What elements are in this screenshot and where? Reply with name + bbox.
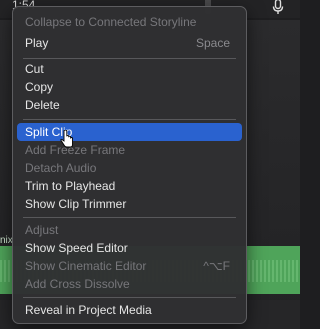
menu-item-label: Show Cinematic Editor (25, 259, 147, 273)
menu-item-collapse-to-connected-storyline: Collapse to Connected Storyline (17, 13, 242, 31)
menu-item-add-freeze-frame: Add Freeze Frame (17, 141, 242, 159)
menu-item-split-clip[interactable]: Split Clip (17, 123, 242, 141)
menu-item-label: Show Speed Editor (25, 241, 128, 255)
track-label: nix (0, 235, 13, 246)
menu-item-show-speed-editor[interactable]: Show Speed Editor (17, 239, 242, 257)
menu-item-delete[interactable]: Delete (17, 96, 242, 114)
menu-item-label: Add Cross Dissolve (25, 277, 130, 291)
pointer-cursor-icon (60, 130, 73, 148)
menu-item-label: Adjust (25, 223, 59, 237)
menu-item-label: Reveal in Project Media (25, 303, 152, 317)
menu-item-reveal-in-project-media[interactable]: Reveal in Project Media (17, 301, 242, 319)
menu-item-detach-audio: Detach Audio (17, 159, 242, 177)
menu-separator (23, 217, 236, 218)
menu-separator (23, 297, 236, 298)
menu-separator (23, 119, 236, 120)
menu-item-shortcut: Space (195, 36, 230, 50)
menu-item-add-cross-dissolve: Add Cross Dissolve (17, 275, 242, 293)
menu-item-adjust: Adjust (17, 221, 242, 239)
menu-item-label: Collapse to Connected Storyline (25, 15, 197, 29)
menu-item-play[interactable]: Play Space (17, 34, 242, 52)
menu-item-label: Cut (25, 62, 44, 76)
menu-item-shortcut: ^⌥F (203, 259, 230, 273)
menu-item-label: Show Clip Trimmer (25, 197, 127, 211)
menu-item-show-cinematic-editor: Show Cinematic Editor ^⌥F (17, 257, 242, 275)
menu-item-label: Delete (25, 98, 60, 112)
microphone-icon[interactable] (272, 0, 284, 16)
menu-item-trim-to-playhead[interactable]: Trim to Playhead (17, 177, 242, 195)
menu-item-label: Add Freeze Frame (25, 143, 126, 157)
menu-separator (23, 58, 236, 59)
menu-item-label: Copy (25, 80, 54, 94)
menu-item-label: Play (25, 36, 49, 50)
context-menu: Collapse to Connected Storyline Play Spa… (12, 6, 247, 324)
menu-item-label: Trim to Playhead (25, 179, 116, 193)
menu-item-label: Detach Audio (25, 161, 97, 175)
menu-item-cut[interactable]: Cut (17, 60, 242, 78)
menu-item-show-clip-trimmer[interactable]: Show Clip Trimmer (17, 195, 242, 213)
menu-item-copy[interactable]: Copy (17, 78, 242, 96)
